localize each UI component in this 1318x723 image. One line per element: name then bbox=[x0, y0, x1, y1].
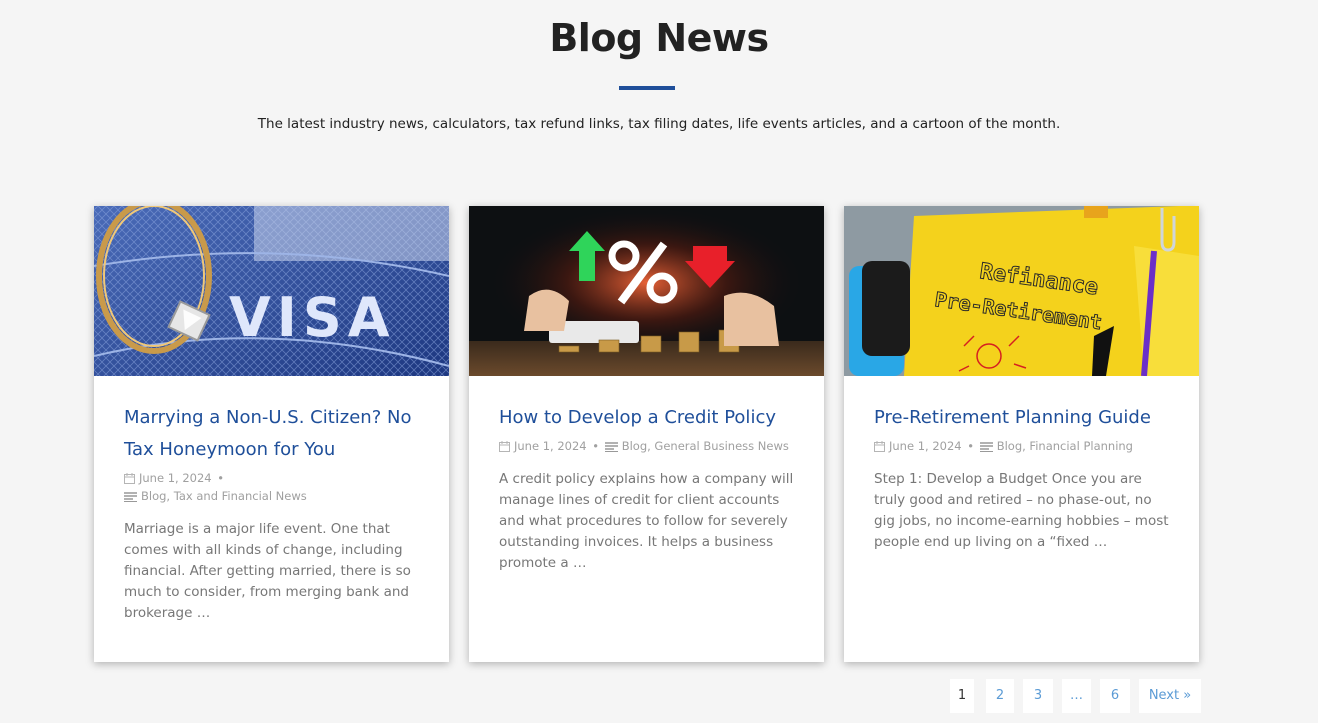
post-excerpt: Step 1: Develop a Budget Once you are tr… bbox=[874, 471, 1169, 550]
percent-coins-image bbox=[469, 206, 824, 376]
post-card: VISA Marrying a Non-U.S. Citizen? No Tax… bbox=[94, 206, 449, 662]
post-meta: June 1, 2024 • Blog, Financial Planning bbox=[874, 438, 1174, 456]
post-title-link[interactable]: Marrying a Non-U.S. Citizen? No Tax Hone… bbox=[124, 402, 424, 466]
pagination-page-current: 1 bbox=[950, 679, 974, 713]
category-icon bbox=[604, 440, 618, 456]
post-categories[interactable]: Blog, Tax and Financial News bbox=[141, 489, 307, 503]
pagination-page-2[interactable]: 2 bbox=[986, 679, 1014, 713]
title-divider bbox=[619, 86, 675, 90]
pagination-page-6[interactable]: 6 bbox=[1100, 679, 1130, 713]
category-icon bbox=[979, 440, 993, 456]
post-date: June 1, 2024 bbox=[889, 439, 962, 453]
post-date: June 1, 2024 bbox=[139, 471, 212, 485]
page-subtitle: The latest industry news, calculators, t… bbox=[257, 116, 1061, 132]
post-thumbnail[interactable]: Refinance Pre-Retirement bbox=[844, 206, 1199, 376]
pagination-next-link[interactable]: Next » bbox=[1139, 679, 1201, 713]
post-thumbnail[interactable] bbox=[469, 206, 824, 376]
calendar-icon bbox=[499, 440, 510, 456]
post-thumbnail[interactable]: VISA bbox=[94, 206, 449, 376]
pagination-ellipsis: … bbox=[1062, 679, 1091, 713]
post-title-link[interactable]: Pre-Retirement Planning Guide bbox=[874, 402, 1174, 434]
post-categories[interactable]: Blog, General Business News bbox=[622, 439, 789, 453]
post-title-link[interactable]: How to Develop a Credit Policy bbox=[499, 402, 799, 434]
calendar-icon bbox=[124, 472, 135, 488]
post-excerpt: Marriage is a major life event. One that… bbox=[124, 521, 411, 621]
post-card: Refinance Pre-Retirement Pre-Retirement … bbox=[844, 206, 1199, 662]
visa-text: VISA bbox=[229, 286, 396, 349]
page-title: Blog News bbox=[549, 16, 769, 60]
post-card: How to Develop a Credit Policy June 1, 2… bbox=[469, 206, 824, 662]
post-date: June 1, 2024 bbox=[514, 439, 587, 453]
pagination-page-3[interactable]: 3 bbox=[1023, 679, 1053, 713]
visa-ring-image: VISA bbox=[94, 206, 449, 376]
category-icon bbox=[124, 490, 137, 506]
calendar-icon bbox=[874, 440, 885, 456]
post-excerpt: A credit policy explains how a company w… bbox=[499, 471, 794, 571]
notebook-image: Refinance Pre-Retirement bbox=[844, 206, 1199, 376]
post-categories[interactable]: Blog, Financial Planning bbox=[997, 439, 1133, 453]
post-meta: June 1, 2024 • Blog, Tax and Financial N… bbox=[124, 470, 424, 506]
post-meta: June 1, 2024 • Blog, General Business Ne… bbox=[499, 438, 799, 456]
